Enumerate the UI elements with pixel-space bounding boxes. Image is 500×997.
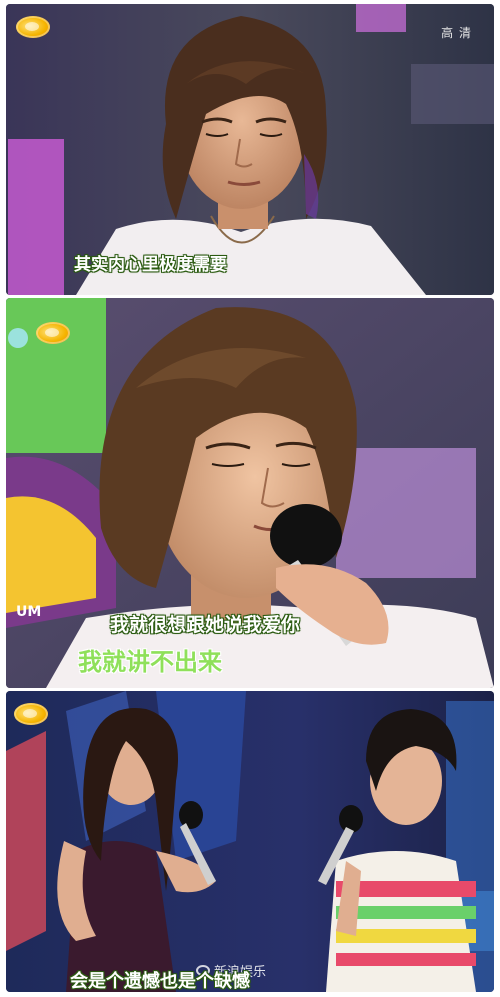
video-frame-2: UM 我就很想跟她说我爱你 我就讲不出来	[6, 298, 494, 688]
scene-two-hosts-talking	[6, 691, 494, 992]
station-logo-icon	[16, 16, 50, 38]
photo-collage: 高 清 其实内心里极度需要 UM 我就很想跟她说我爱你 我就讲不出来 新浪娱乐 …	[0, 0, 500, 997]
hd-badge: 高 清	[441, 26, 472, 40]
station-logo-icon	[14, 703, 48, 725]
svg-text:UM: UM	[16, 604, 41, 620]
subtitle-frame-3: 会是个遗憾也是个缺憾	[70, 971, 250, 992]
subtitle-frame-1: 其实内心里极度需要	[74, 255, 227, 275]
station-logo-icon	[36, 322, 70, 344]
video-frame-1: 高 清 其实内心里极度需要	[6, 4, 494, 295]
subtitle-frame-2-line-2: 我就讲不出来	[78, 648, 222, 676]
subtitle-frame-2-line-1: 我就很想跟她说我爱你	[110, 614, 301, 636]
video-frame-3: 新浪娱乐 会是个遗憾也是个缺憾	[6, 691, 494, 992]
